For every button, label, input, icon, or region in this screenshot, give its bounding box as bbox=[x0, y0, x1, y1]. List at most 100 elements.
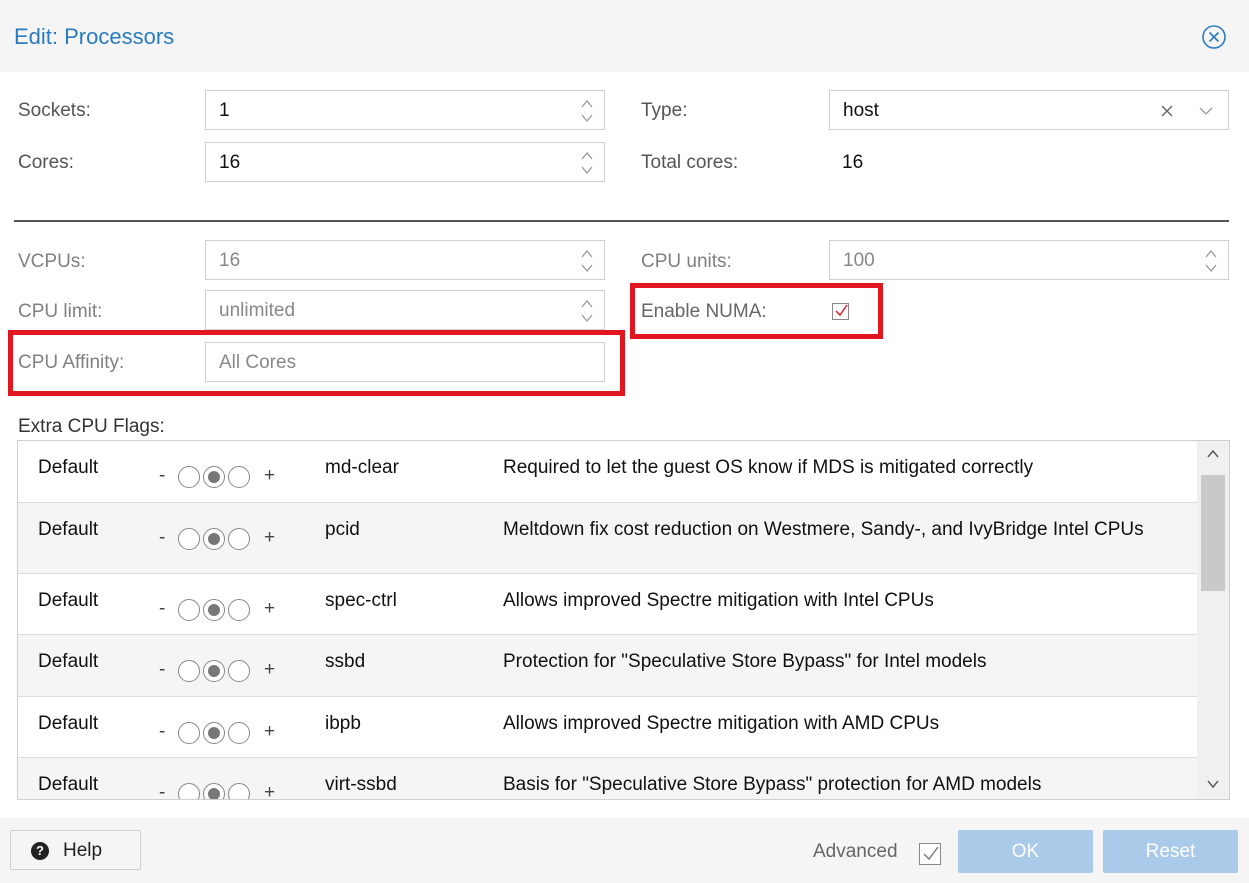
radio-on[interactable] bbox=[228, 528, 250, 550]
radio-off[interactable] bbox=[178, 599, 200, 621]
minus-sign: - bbox=[159, 721, 166, 742]
cores-spinner[interactable]: 16 bbox=[205, 142, 605, 182]
radio-off[interactable] bbox=[178, 783, 200, 799]
help-label: Help bbox=[63, 840, 103, 861]
plus-sign: + bbox=[264, 598, 276, 619]
close-icon[interactable] bbox=[1201, 24, 1227, 50]
plus-sign: + bbox=[264, 465, 276, 486]
total-cores-label: Total cores: bbox=[641, 152, 739, 173]
reset-button[interactable]: Reset bbox=[1103, 830, 1238, 873]
cpu-units-label: CPU units: bbox=[641, 251, 732, 272]
radio-default[interactable] bbox=[203, 466, 225, 488]
flag-name: ssbd bbox=[325, 651, 366, 672]
radio-on[interactable] bbox=[228, 722, 250, 744]
advanced-checkbox[interactable] bbox=[919, 843, 941, 865]
flag-tristate-radio[interactable]: - + bbox=[159, 657, 289, 682]
plus-sign: + bbox=[264, 721, 276, 742]
flag-row: Default - + ibpb Allows improved Spectre mit… bbox=[18, 697, 1197, 758]
flag-state: Default bbox=[38, 774, 99, 795]
checkmark-icon bbox=[923, 846, 939, 861]
spinner-arrows-icon[interactable] bbox=[1204, 247, 1218, 275]
radio-default[interactable] bbox=[203, 660, 225, 682]
radio-default[interactable] bbox=[203, 722, 225, 744]
cores-label: Cores: bbox=[18, 152, 74, 173]
flag-row: Default - + virt-ssbd Basis for "Speculative… bbox=[18, 758, 1197, 800]
radio-on[interactable] bbox=[228, 599, 250, 621]
minus-sign: - bbox=[159, 782, 166, 800]
advanced-label: Advanced bbox=[813, 841, 898, 862]
flag-name: pcid bbox=[325, 519, 360, 540]
flag-tristate-radio[interactable]: - + bbox=[159, 463, 289, 488]
flag-state: Default bbox=[38, 457, 99, 478]
total-cores-value: 16 bbox=[842, 152, 864, 173]
radio-off[interactable] bbox=[178, 722, 200, 744]
cpu-units-spinner[interactable]: 100 bbox=[829, 240, 1229, 280]
flag-tristate-radio[interactable]: - + bbox=[159, 525, 289, 550]
minus-sign: - bbox=[159, 659, 166, 680]
radio-default[interactable] bbox=[203, 783, 225, 799]
flag-description: Allows improved Spectre mitigation with … bbox=[503, 713, 940, 734]
sockets-value: 1 bbox=[219, 100, 230, 121]
flag-name: spec-ctrl bbox=[325, 590, 397, 611]
cpu-units-value: 100 bbox=[843, 250, 875, 271]
type-label: Type: bbox=[641, 100, 688, 121]
flag-state: Default bbox=[38, 590, 99, 611]
flag-row: Default - + pcid Meltdown fix cost reduction… bbox=[18, 503, 1197, 574]
flag-tristate-radio[interactable]: - + bbox=[159, 719, 289, 744]
numa-highlight-box bbox=[630, 283, 883, 339]
flag-name: ibpb bbox=[325, 713, 361, 734]
flag-description: Meltdown fix cost reduction on Westmere,… bbox=[503, 519, 1144, 540]
scroll-down-icon[interactable] bbox=[1205, 777, 1221, 791]
radio-on[interactable] bbox=[228, 660, 250, 682]
radio-off[interactable] bbox=[178, 660, 200, 682]
minus-sign: - bbox=[159, 598, 166, 619]
radio-default[interactable] bbox=[203, 528, 225, 550]
cpu-limit-value: unlimited bbox=[219, 300, 296, 321]
cpu-limit-spinner[interactable]: unlimited bbox=[205, 290, 605, 330]
dialog-title: Edit: Processors bbox=[14, 24, 175, 49]
chevron-down-icon[interactable] bbox=[1198, 105, 1214, 117]
flag-row: Default - + spec-ctrl Allows improved Spectr… bbox=[18, 574, 1197, 635]
plus-sign: + bbox=[264, 782, 276, 800]
ok-button[interactable]: OK bbox=[958, 830, 1093, 873]
minus-sign: - bbox=[159, 465, 166, 486]
flag-tristate-radio[interactable]: - + bbox=[159, 780, 289, 800]
flag-description: Basis for "Speculative Store Bypass" pro… bbox=[503, 774, 1042, 795]
radio-on[interactable] bbox=[228, 783, 250, 799]
sockets-spinner[interactable]: 1 bbox=[205, 90, 605, 130]
flag-tristate-radio[interactable]: - + bbox=[159, 596, 289, 621]
sockets-label: Sockets: bbox=[18, 100, 91, 121]
flag-row: Default - + ssbd Protection for "Speculative… bbox=[18, 635, 1197, 697]
scroll-up-icon[interactable] bbox=[1205, 447, 1221, 461]
help-button[interactable]: ? Help bbox=[10, 830, 141, 870]
flag-description: Protection for "Speculative Store Bypass… bbox=[503, 651, 987, 672]
vcpus-spinner[interactable]: 16 bbox=[205, 240, 605, 280]
grid-scrollbar[interactable] bbox=[1197, 441, 1229, 799]
spinner-arrows-icon[interactable] bbox=[580, 297, 594, 325]
flag-name: md-clear bbox=[325, 457, 399, 478]
radio-off[interactable] bbox=[178, 466, 200, 488]
radio-on[interactable] bbox=[228, 466, 250, 488]
scroll-thumb[interactable] bbox=[1201, 475, 1225, 591]
spinner-arrows-icon[interactable] bbox=[580, 97, 594, 125]
section-divider bbox=[14, 220, 1229, 222]
affinity-highlight-box bbox=[8, 330, 625, 396]
question-icon: ? bbox=[31, 842, 49, 860]
flag-state: Default bbox=[38, 519, 99, 540]
flag-row: Default - + md-clear Required to let the gue… bbox=[18, 441, 1197, 503]
spinner-arrows-icon[interactable] bbox=[580, 247, 594, 275]
radio-default[interactable] bbox=[203, 599, 225, 621]
minus-sign: - bbox=[159, 527, 166, 548]
cpu-flags-grid: Default - + md-clear Required to let the gue… bbox=[17, 440, 1230, 800]
cores-value: 16 bbox=[219, 152, 241, 173]
type-select[interactable]: host bbox=[829, 90, 1229, 130]
clear-icon[interactable] bbox=[1160, 104, 1174, 118]
radio-off[interactable] bbox=[178, 528, 200, 550]
flag-state: Default bbox=[38, 651, 99, 672]
vcpus-label: VCPUs: bbox=[18, 251, 86, 272]
dialog-titlebar bbox=[0, 0, 1249, 72]
extra-cpu-flags-label: Extra CPU Flags: bbox=[18, 416, 165, 437]
plus-sign: + bbox=[264, 659, 276, 680]
spinner-arrows-icon[interactable] bbox=[580, 149, 594, 177]
flag-state: Default bbox=[38, 713, 99, 734]
